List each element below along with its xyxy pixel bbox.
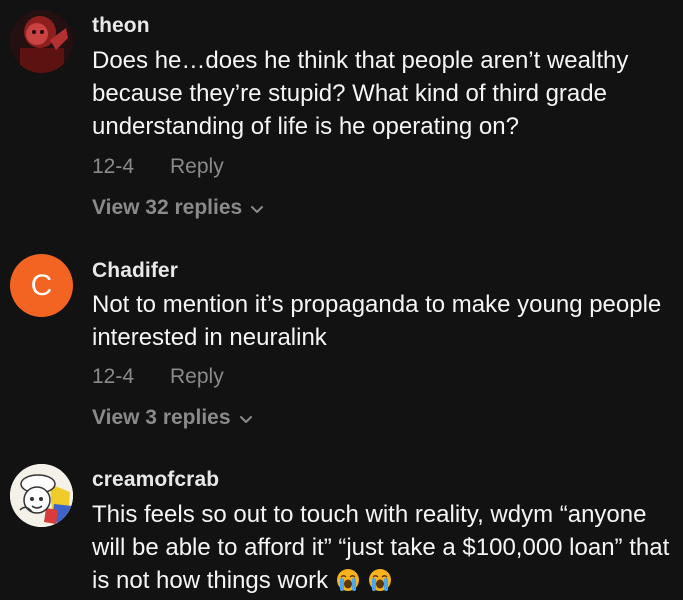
avatar[interactable]: C <box>10 254 73 317</box>
comment-text: Not to mention it’s propaganda to make y… <box>92 291 662 351</box>
cartoon-profile-photo-icon <box>10 464 73 527</box>
comment-meta: 12-4 Reply <box>92 155 224 179</box>
chevron-down-icon <box>251 205 264 213</box>
comment-text: This feels so out to touch with reality,… <box>92 498 677 597</box>
username[interactable]: theon <box>92 14 150 38</box>
profile-photo-icon <box>10 10 73 73</box>
view-replies-label: View 32 replies <box>92 196 243 219</box>
comment-meta: 12-4 Reply <box>92 365 224 389</box>
view-replies-button[interactable]: View 32 replies <box>92 196 264 220</box>
username[interactable]: creamofcrab <box>92 468 219 492</box>
view-replies-label: View 3 replies <box>92 406 231 429</box>
reply-button[interactable]: Reply <box>170 365 224 389</box>
avatar-letter: C <box>30 268 53 302</box>
username[interactable]: Chadifer <box>92 259 178 283</box>
loudly-crying-face-icon <box>369 569 392 591</box>
comment-date: 12-4 <box>92 365 135 388</box>
loudly-crying-face-icon <box>337 569 360 591</box>
avatar[interactable] <box>10 10 73 73</box>
comment-date: 12-4 <box>92 155 135 178</box>
avatar[interactable] <box>10 464 73 527</box>
view-replies-button[interactable]: View 3 replies <box>92 406 253 430</box>
chevron-down-icon <box>239 415 252 423</box>
reply-button[interactable]: Reply <box>170 155 224 179</box>
comment-text: Does he…does he think that people aren’t… <box>92 47 629 140</box>
